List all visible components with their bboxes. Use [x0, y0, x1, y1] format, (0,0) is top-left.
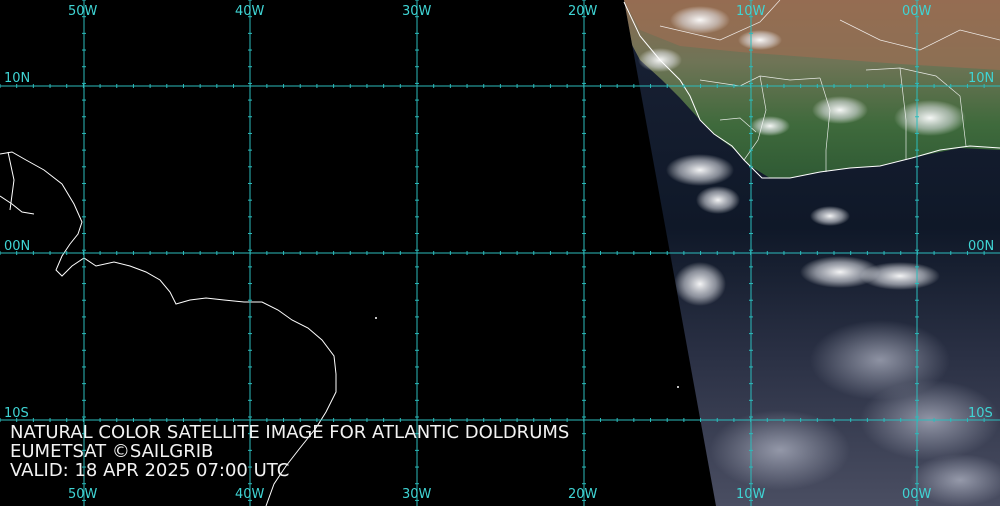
map-caption: NATURAL COLOR SATELLITE IMAGE FOR ATLANT… [10, 423, 569, 480]
lat-label-left-10n: 10N [4, 71, 31, 86]
lon-label-top-30w: 30W [402, 4, 432, 19]
lon-label-bottom-00w: 00W [902, 487, 932, 502]
lon-label-bottom-40w: 40W [235, 487, 265, 502]
lat-label-left-10s: 10S [4, 406, 29, 421]
lon-label-bottom-10w: 10W [736, 487, 766, 502]
lat-label-right-00n: 00N [968, 239, 995, 254]
lon-label-top-00w: 00W [902, 4, 932, 19]
lon-label-bottom-30w: 30W [402, 487, 432, 502]
lat-label-right-10s: 10S [968, 406, 993, 421]
caption-credit: EUMETSAT ©SAILGRIB [10, 441, 214, 462]
caption-title: NATURAL COLOR SATELLITE IMAGE FOR ATLANT… [10, 422, 570, 443]
lon-label-top-50w: 50W [68, 4, 98, 19]
lat-label-right-10n: 10N [968, 71, 995, 86]
caption-valid-time: VALID: 18 APR 2025 07:00 UTC [10, 460, 290, 481]
lon-label-top-40w: 40W [235, 4, 265, 19]
lat-label-left-00n: 00N [4, 239, 31, 254]
lon-label-bottom-20w: 20W [568, 487, 598, 502]
lon-label-top-20w: 20W [568, 4, 598, 19]
lon-label-bottom-50w: 50W [68, 487, 98, 502]
lon-label-top-10w: 10W [736, 4, 766, 19]
